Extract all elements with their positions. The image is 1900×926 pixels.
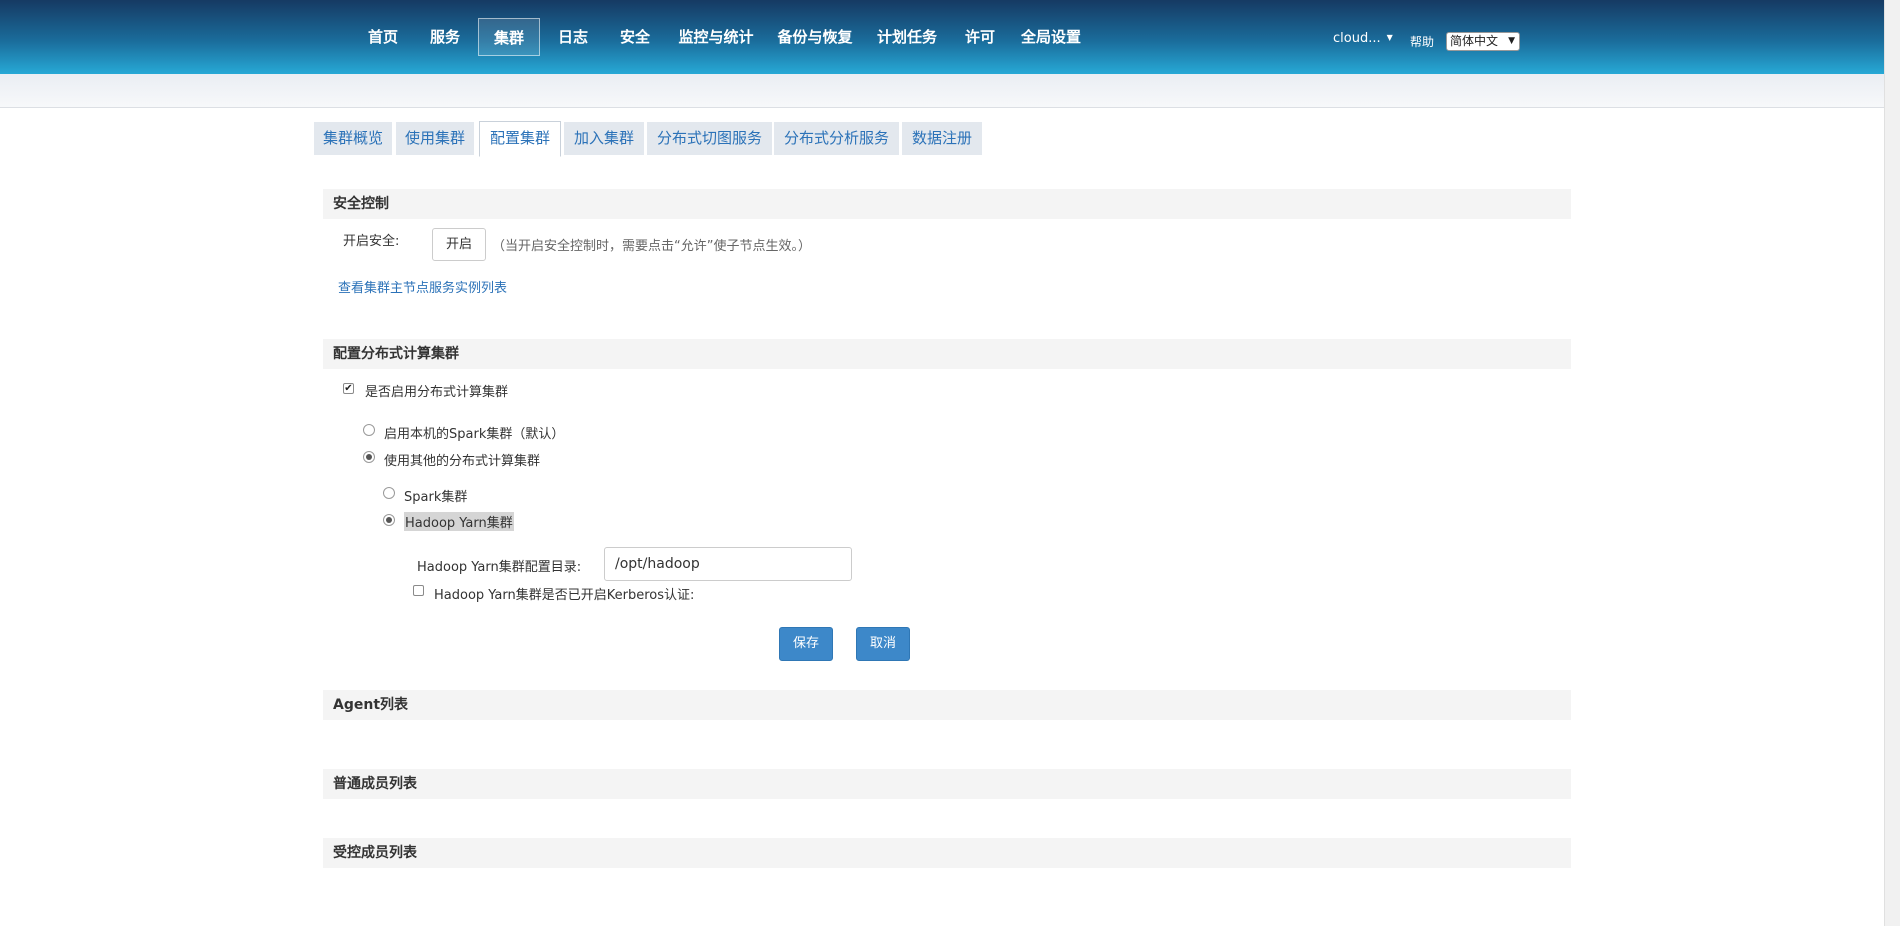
tab-configure-cluster[interactable]: 配置集群 [479, 121, 561, 157]
section-title-compute-cluster: 配置分布式计算集群 [323, 339, 1571, 369]
enable-security-label: 开启安全: [343, 234, 400, 249]
radio-other-cluster-label: 使用其他的分布式计算集群 [384, 454, 541, 469]
radio-spark-cluster[interactable] [383, 487, 395, 499]
enable-security-button[interactable]: 开启 [432, 228, 486, 261]
section-title-security: 安全控制 [323, 189, 1571, 219]
section-title-controlled-members: 受控成员列表 [323, 838, 1571, 868]
tab-cluster-overview[interactable]: 集群概览 [314, 122, 392, 155]
user-name: cloud... [1333, 31, 1381, 46]
yarn-config-dir-label: Hadoop Yarn集群配置目录: [417, 560, 582, 575]
security-hint: （当开启安全控制时，需要点击“允许”使子节点生效。） [492, 239, 811, 254]
radio-yarn-cluster-label: Hadoop Yarn集群 [404, 512, 514, 531]
yarn-config-dir-input[interactable] [604, 547, 852, 581]
master-instances-link[interactable]: 查看集群主节点服务实例列表 [338, 277, 507, 296]
tab-data-registration[interactable]: 数据注册 [902, 122, 982, 155]
nav-item-cluster[interactable]: 集群 [478, 18, 540, 56]
help-link[interactable]: 帮助 [1410, 33, 1434, 50]
tab-join-cluster[interactable]: 加入集群 [564, 122, 644, 155]
nav-item-home[interactable]: 首页 [356, 18, 410, 56]
save-button[interactable]: 保存 [779, 627, 833, 661]
section-title-normal-members: 普通成员列表 [323, 769, 1571, 799]
nav-item-backup[interactable]: 备份与恢复 [771, 18, 859, 56]
kerberos-label: Hadoop Yarn集群是否已开启Kerberos认证: [434, 588, 695, 603]
tab-distributed-analysis[interactable]: 分布式分析服务 [774, 122, 899, 155]
kerberos-checkbox[interactable] [413, 585, 424, 596]
user-menu[interactable]: cloud... ▼ [1333, 31, 1393, 46]
scrollbar[interactable] [1884, 0, 1900, 926]
nav-item-license[interactable]: 许可 [955, 18, 1005, 56]
nav-item-monitor[interactable]: 监控与统计 [672, 18, 760, 56]
section-title-agent-list: Agent列表 [323, 690, 1571, 720]
tab-use-cluster[interactable]: 使用集群 [396, 122, 474, 155]
radio-yarn-cluster[interactable] [383, 514, 395, 526]
cancel-button[interactable]: 取消 [856, 627, 910, 661]
sub-header-bar [0, 74, 1884, 108]
radio-local-spark-label: 启用本机的Spark集群（默认） [384, 427, 565, 442]
tab-distributed-tiling[interactable]: 分布式切图服务 [647, 122, 772, 155]
language-select-value: 简体中文 [1450, 34, 1499, 48]
nav-item-services[interactable]: 服务 [418, 18, 472, 56]
enable-compute-checkbox[interactable]: ✔ [343, 383, 354, 394]
language-select[interactable]: 简体中文 ▼ [1446, 32, 1520, 51]
nav-item-schedule[interactable]: 计划任务 [868, 18, 946, 56]
nav-item-global-settings[interactable]: 全局设置 [1016, 18, 1086, 56]
caret-down-icon: ▼ [1386, 33, 1393, 42]
radio-local-spark[interactable] [363, 424, 375, 436]
nav-item-security[interactable]: 安全 [608, 18, 662, 56]
nav-item-logs[interactable]: 日志 [546, 18, 600, 56]
top-navbar: 首页 服务 集群 日志 安全 监控与统计 备份与恢复 计划任务 许可 全局设置 … [0, 0, 1884, 74]
radio-spark-cluster-label: Spark集群 [404, 490, 468, 505]
caret-down-icon: ▼ [1508, 36, 1515, 46]
check-icon: ✔ [344, 383, 353, 394]
enable-compute-label: 是否启用分布式计算集群 [365, 385, 509, 400]
radio-other-cluster[interactable] [363, 451, 375, 463]
